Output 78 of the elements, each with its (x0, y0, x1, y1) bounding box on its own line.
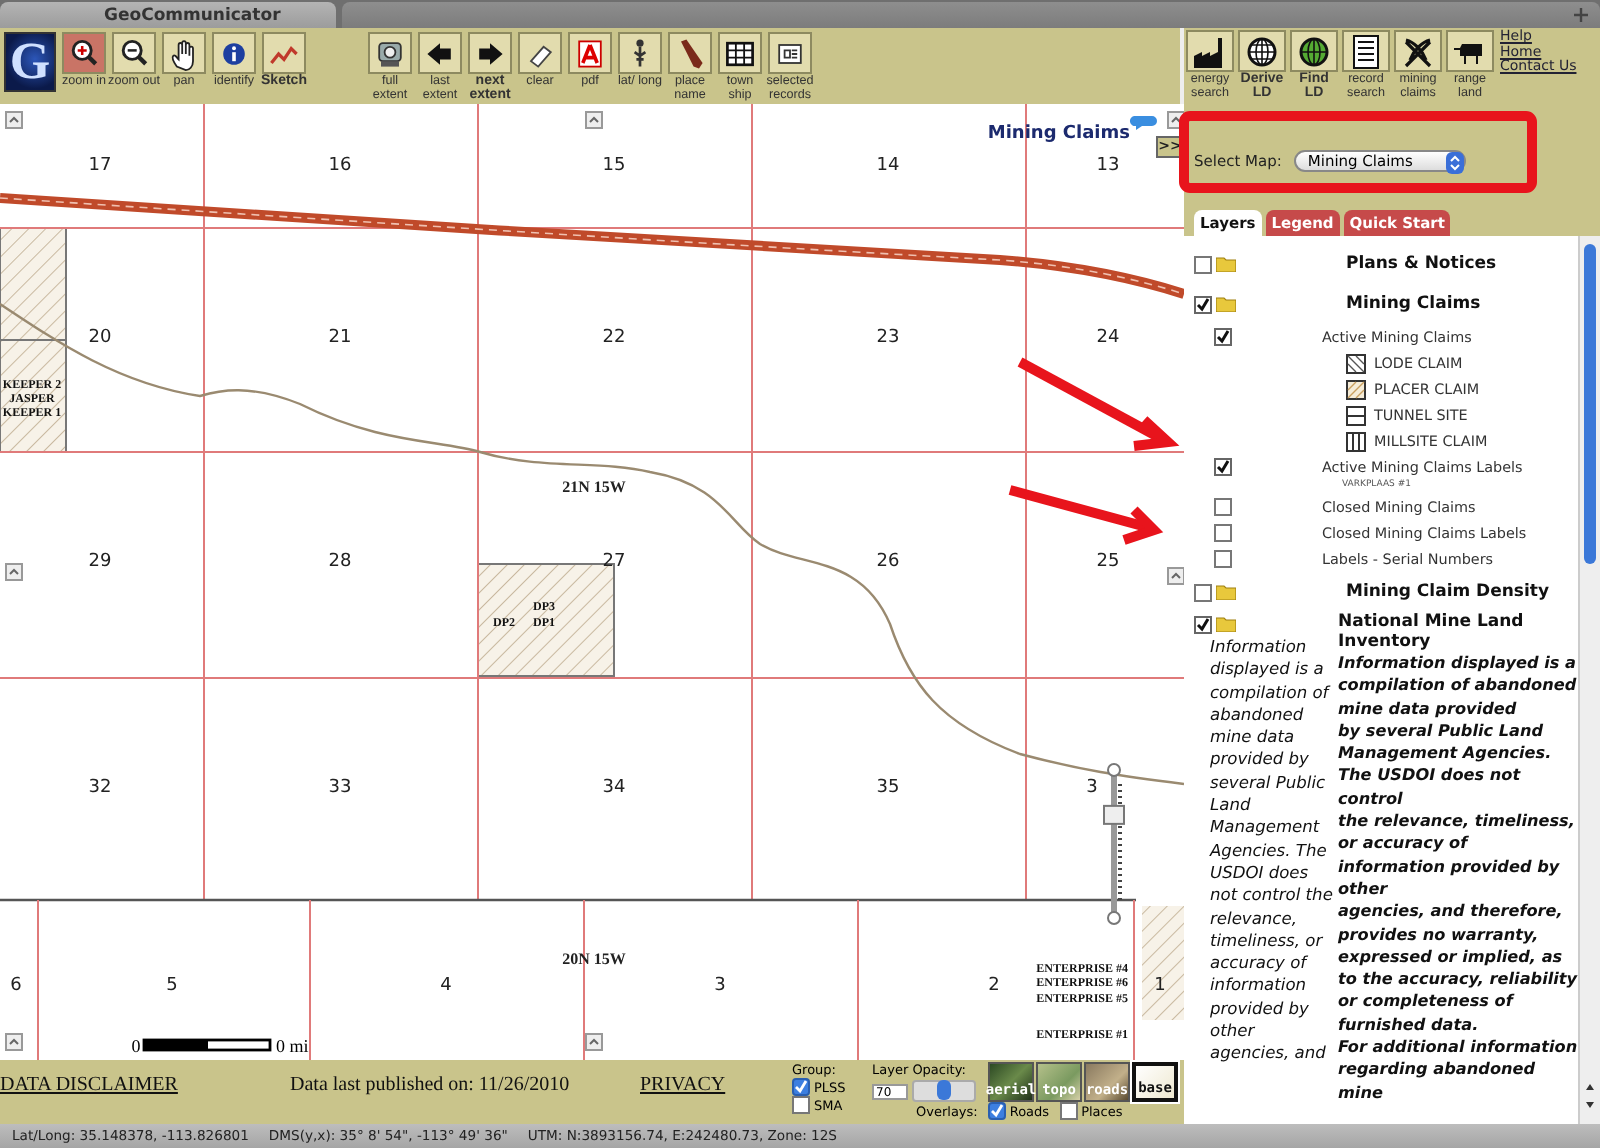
checkbox[interactable] (792, 1078, 810, 1096)
claim-parcel (1142, 906, 1184, 1020)
disclaimer-link[interactable]: DATA DISCLAIMER (0, 1074, 178, 1096)
legend-swatch-icon (1346, 431, 1366, 451)
checkbox[interactable] (1214, 524, 1232, 542)
checkbox[interactable] (1194, 583, 1212, 601)
scale-label: 0 (131, 1036, 141, 1056)
pan-arrow-icon[interactable] (5, 111, 23, 129)
section-number: 26 (876, 552, 900, 572)
pdf-icon (572, 35, 608, 71)
section-number: 6 (10, 976, 22, 996)
speech-bubble-icon (1129, 116, 1157, 130)
section-number: 14 (876, 156, 900, 176)
logo: G (4, 32, 56, 92)
legend-swatch-icon (1346, 379, 1366, 399)
section-number: 5 (166, 976, 178, 996)
magnifier-minus-icon (116, 35, 152, 71)
section-number: 3 (1086, 778, 1098, 798)
layer-title: Plans & Notices (1346, 254, 1497, 274)
slider-thumb[interactable] (937, 1080, 951, 1100)
checkbox[interactable] (1214, 550, 1232, 568)
folder-icon (1216, 256, 1236, 272)
browser-tab[interactable]: GeoCommunicator (0, 2, 336, 28)
scale-bar (142, 1038, 272, 1052)
section-number: 23 (876, 328, 900, 348)
legend-swatch-icon (1346, 353, 1366, 373)
pan-arrow-icon[interactable] (585, 1033, 603, 1051)
checkbox[interactable] (792, 1096, 810, 1114)
info-text: Information displayed is a compilation of abandoned mine data provided by several Public Land Management Agencies. The USDOI does not control the relevance, timeliness, or accuracy of information provided by other agencies, and therefore, provides no warranty, expressed or implied, as to the accuracy, reliability or completeness of furnished data. For additional information regarding abandoned mine (1338, 652, 1578, 1104)
township-label: 21N 15W (562, 478, 626, 496)
layer-title: Mining Claim Density (1346, 582, 1549, 602)
checkbox[interactable] (1194, 615, 1212, 633)
scale-label: 0 mi (276, 1036, 309, 1056)
pan-arrow-icon[interactable] (5, 563, 23, 581)
section-number: 4 (440, 976, 452, 996)
section-number: 28 (328, 552, 352, 572)
section-number: 22 (602, 328, 626, 348)
claim-parcel (477, 563, 615, 677)
section-number: 17 (88, 156, 112, 176)
section-number: 15 (602, 156, 626, 176)
pan-arrow-icon[interactable] (5, 1033, 23, 1051)
privacy-link[interactable]: PRIVACY (640, 1074, 726, 1096)
section-number: 3 (714, 976, 726, 996)
section-number: 13 (1096, 156, 1120, 176)
plus-icon[interactable] (1574, 8, 1588, 22)
section-number: 24 (1096, 328, 1120, 348)
section-number: 27 (602, 552, 626, 572)
checkbox[interactable] (1059, 1102, 1078, 1120)
section-number: 2 (988, 976, 1000, 996)
folder-icon (1216, 296, 1236, 312)
section-number: 32 (88, 778, 112, 798)
published-date: Data last published on: 11/26/2010 (290, 1074, 570, 1096)
checkbox[interactable] (1194, 295, 1212, 313)
section-number: 33 (328, 778, 352, 798)
section-number: 25 (1096, 552, 1120, 572)
section-number: 35 (876, 778, 900, 798)
zoom-slider[interactable] (1103, 763, 1125, 925)
pan-arrow-icon[interactable] (1167, 567, 1184, 585)
section-number: 29 (88, 552, 112, 572)
section-number: 20 (88, 328, 112, 348)
legend-swatch-icon (1346, 405, 1366, 425)
layer-title: National Mine Land Inventory (1338, 612, 1526, 652)
section-number: 1 (1154, 976, 1166, 996)
checkbox[interactable] (1214, 458, 1232, 476)
checkbox[interactable] (1214, 328, 1232, 346)
description-text: Information displayed is a compilation of abandoned mine data provided by several Public Land Management Agencies. The USDOI does not control the relevance, timeliness, or accuracy of information provided by other agencies, and (1210, 636, 1334, 1066)
checkbox[interactable] (1194, 255, 1212, 273)
checkbox[interactable] (987, 1102, 1006, 1120)
pan-arrow-icon[interactable] (585, 111, 603, 129)
opacity-slider[interactable] (912, 1080, 976, 1102)
checkbox[interactable] (1214, 498, 1232, 516)
zoom-slider-thumb[interactable] (1103, 804, 1125, 825)
updown-arrows-icon (1445, 152, 1464, 174)
layer-title: Mining Claims (1346, 294, 1481, 314)
section-number: 16 (328, 156, 352, 176)
section-number: 34 (602, 778, 626, 798)
magnifier-plus-icon (66, 35, 102, 71)
section-number: 21 (328, 328, 352, 348)
